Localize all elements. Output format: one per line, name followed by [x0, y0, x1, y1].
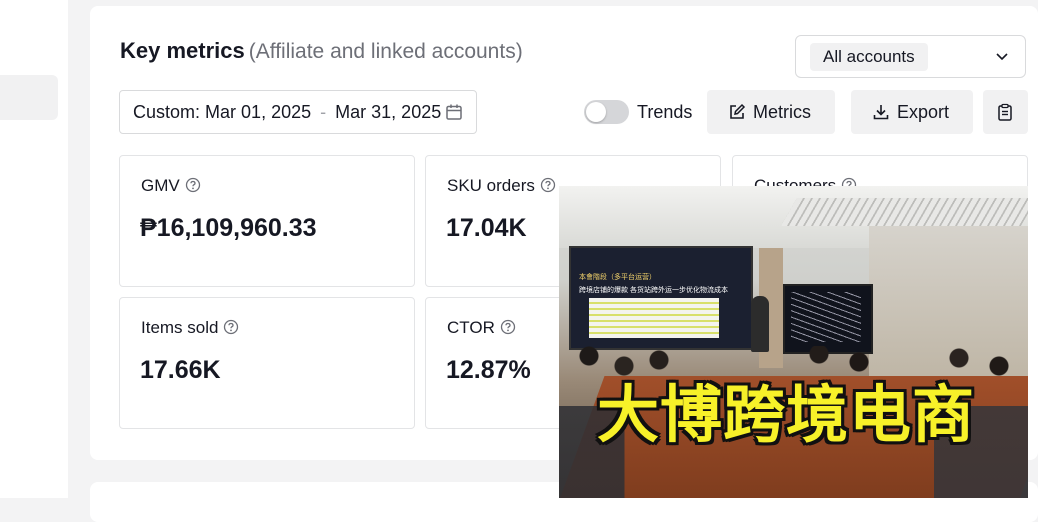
clipboard-icon	[998, 103, 1012, 121]
overlay-photo: 本會階段（多平台运营） 跨境店铺的爆款 各货站跨外运一步优化物流成本 大博跨境电…	[559, 186, 1028, 498]
metric-card-items-sold[interactable]: Items sold 17.66K	[119, 297, 415, 429]
title-main: Key metrics	[120, 38, 245, 63]
title-subtitle: (Affiliate and linked accounts)	[248, 40, 523, 63]
date-range-picker[interactable]: Custom: Mar 01, 2025 - Mar 31, 2025	[119, 90, 477, 134]
metric-label: Items sold	[141, 318, 219, 337]
metric-value: ₱16,109,960.33	[140, 214, 317, 242]
help-icon[interactable]	[223, 319, 239, 335]
toggle-knob	[586, 102, 606, 122]
date-range-prefix: Custom:	[133, 102, 201, 122]
edit-icon	[730, 103, 746, 119]
metric-value: 12.87%	[446, 356, 531, 384]
account-select[interactable]: All accounts	[795, 35, 1026, 78]
page-title: Key metrics (Affiliate and linked account…	[120, 38, 523, 64]
account-select-value: All accounts	[810, 43, 928, 71]
sidebar-item-active[interactable]	[0, 75, 58, 120]
photo-screen-line-1: 本會階段（多平台运营）	[579, 274, 656, 281]
photo-screen-line-2: 跨境店铺的爆款 各货站跨外运一步优化物流成本	[579, 287, 728, 294]
calendar-icon	[446, 104, 462, 120]
metric-label-row: SKU orders	[447, 176, 556, 196]
help-icon[interactable]	[540, 177, 556, 193]
metric-card-gmv[interactable]: GMV ₱16,109,960.33	[119, 155, 415, 287]
trends-toggle[interactable]	[584, 100, 629, 124]
metric-label-row: GMV	[141, 176, 201, 196]
date-range-end: Mar 31, 2025	[335, 102, 442, 122]
date-range-start: Mar 01, 2025	[205, 102, 312, 122]
date-range-separator: -	[320, 102, 327, 122]
metric-label-row: CTOR	[447, 318, 516, 338]
help-icon[interactable]	[500, 319, 516, 335]
photo-caption: 大博跨境电商	[597, 378, 976, 451]
download-icon	[873, 105, 889, 120]
photo-screen-table	[589, 298, 719, 338]
chevron-down-icon	[996, 53, 1008, 61]
metrics-button-label: Metrics	[753, 102, 811, 122]
metric-label-row: Items sold	[141, 318, 239, 338]
metric-label: SKU orders	[447, 176, 535, 195]
photo-whiteboard-writing	[791, 292, 861, 342]
metric-value: 17.04K	[446, 214, 527, 242]
trends-label: Trends	[637, 102, 693, 122]
export-button[interactable]: Export	[851, 90, 973, 134]
metric-label: CTOR	[447, 318, 495, 337]
left-sidebar	[0, 0, 68, 498]
photo-presenter	[751, 296, 769, 352]
metric-value: 17.66K	[140, 356, 221, 384]
help-icon[interactable]	[185, 177, 201, 193]
export-button-label: Export	[897, 102, 950, 122]
metric-label: GMV	[141, 176, 180, 195]
metrics-button[interactable]: Metrics	[707, 90, 835, 134]
report-button[interactable]	[983, 90, 1028, 134]
photo-ceiling-strip	[780, 198, 1028, 226]
